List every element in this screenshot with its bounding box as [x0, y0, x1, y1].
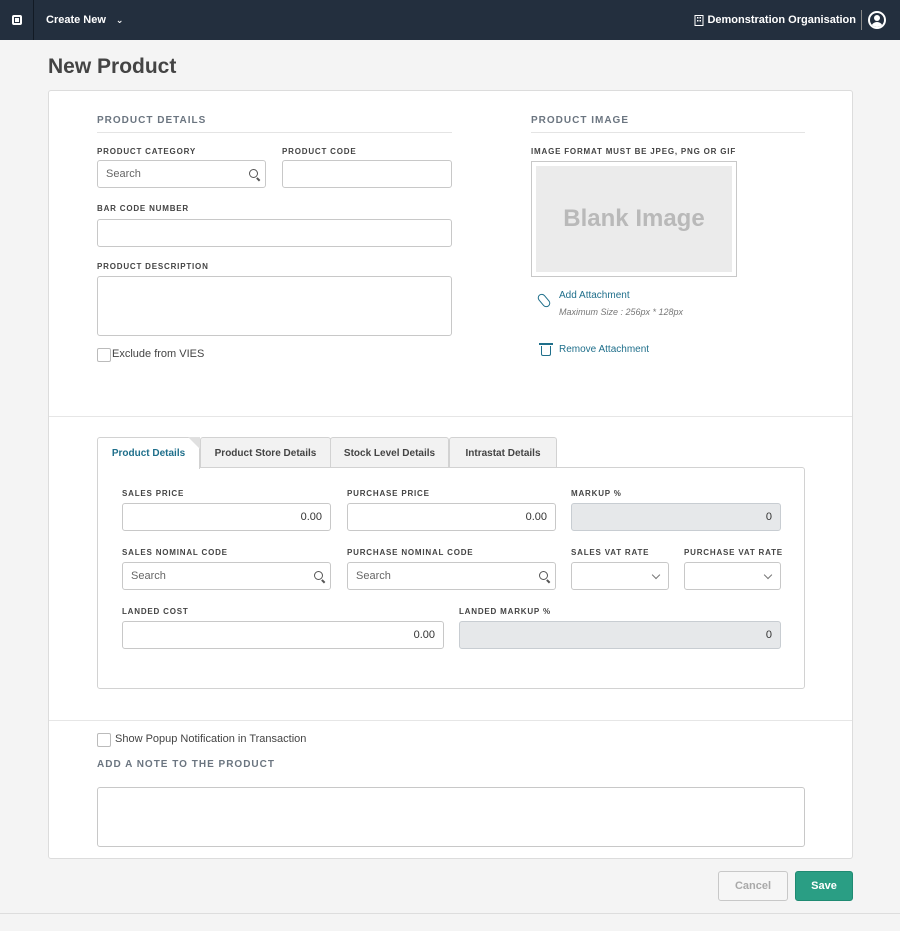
product-code-field[interactable] [282, 160, 452, 188]
product-form-card: PRODUCT DETAILS PRODUCT CATEGORY Search … [48, 90, 853, 859]
purchase-price-field[interactable]: 0.00 [347, 503, 556, 531]
cancel-button[interactable]: Cancel [718, 871, 788, 901]
sales-nominal-placeholder: Search [131, 570, 166, 582]
search-icon[interactable] [314, 571, 323, 580]
barcode-label: BAR CODE NUMBER [97, 204, 189, 213]
landed-markup-field: 0 [459, 621, 781, 649]
sales-vat-label: SALES VAT RATE [571, 548, 650, 557]
blank-image-text: Blank Image [536, 166, 732, 272]
sales-price-field[interactable]: 0.00 [122, 503, 331, 531]
tab-product-store-details[interactable]: Product Store Details [200, 437, 331, 468]
product-description-label: PRODUCT DESCRIPTION [97, 262, 209, 271]
chevron-down-icon [763, 570, 773, 580]
note-heading: ADD A NOTE TO THE PRODUCT [97, 759, 275, 770]
save-button[interactable]: Save [795, 871, 853, 901]
chevron-down-icon [651, 570, 661, 580]
remove-attachment-link[interactable]: Remove Attachment [559, 344, 649, 355]
chevron-down-icon: ⌄ [115, 14, 124, 25]
purchase-vat-label: PURCHASE VAT RATE [684, 548, 783, 557]
popup-notification-checkbox[interactable] [97, 733, 111, 747]
exclude-vies-label: Exclude from VIES [112, 348, 205, 360]
product-image-preview: Blank Image [531, 161, 737, 277]
popup-notification-label: Show Popup Notification in Transaction [115, 733, 307, 745]
purchase-nominal-search[interactable]: Search [347, 562, 556, 590]
sales-vat-select[interactable] [571, 562, 669, 590]
search-icon[interactable] [249, 169, 258, 178]
footer-divider [0, 913, 900, 914]
exclude-vies-checkbox[interactable] [97, 348, 111, 362]
purchase-nominal-placeholder: Search [356, 570, 391, 582]
barcode-field[interactable] [97, 219, 452, 247]
image-format-note: IMAGE FORMAT MUST BE JPEG, PNG OR GIF [531, 147, 737, 156]
sales-price-label: SALES PRICE [122, 489, 185, 498]
tab-stock-level-details[interactable]: Stock Level Details [330, 437, 449, 468]
product-code-label: PRODUCT CODE [282, 147, 357, 156]
organisation-name: Demonstration Organisation [707, 14, 856, 26]
topbar-divider [861, 10, 862, 30]
section-divider [49, 416, 852, 417]
building-icon [694, 14, 704, 26]
search-icon[interactable] [539, 571, 548, 580]
organisation-switcher[interactable]: Demonstration Organisation [694, 0, 856, 40]
product-category-placeholder: Search [106, 168, 141, 180]
user-avatar-icon[interactable] [868, 11, 886, 29]
product-details-panel: SALES PRICE 0.00 PURCHASE PRICE 0.00 MAR… [97, 467, 805, 689]
max-size-note: Maximum Size : 256px * 128px [559, 307, 684, 317]
menu-toggle-icon[interactable] [0, 0, 34, 40]
trash-icon[interactable] [539, 343, 553, 356]
markup-label: MARKUP % [571, 489, 622, 498]
purchase-vat-select[interactable] [684, 562, 781, 590]
paperclip-icon[interactable] [536, 292, 552, 309]
markup-field: 0 [571, 503, 781, 531]
sales-nominal-search[interactable]: Search [122, 562, 331, 590]
product-details-heading: PRODUCT DETAILS [97, 115, 452, 133]
top-bar: Create New ⌄ Demonstration Organisation [0, 0, 900, 40]
product-note-field[interactable] [97, 787, 805, 847]
product-description-field[interactable] [97, 276, 452, 336]
sales-nominal-label: SALES NOMINAL CODE [122, 548, 228, 557]
product-image-heading: PRODUCT IMAGE [531, 115, 805, 133]
purchase-nominal-label: PURCHASE NOMINAL CODE [347, 548, 474, 557]
landed-markup-label: LANDED MARKUP % [459, 607, 551, 616]
page-title: New Product [48, 55, 177, 78]
landed-cost-label: LANDED COST [122, 607, 189, 616]
create-new-label: Create New [46, 14, 106, 26]
tab-intrastat-details[interactable]: Intrastat Details [449, 437, 557, 468]
product-category-search[interactable]: Search [97, 160, 266, 188]
add-attachment-link[interactable]: Add Attachment [559, 290, 630, 301]
tab-product-details[interactable]: Product Details [97, 437, 200, 469]
landed-cost-field[interactable]: 0.00 [122, 621, 444, 649]
product-category-label: PRODUCT CATEGORY [97, 147, 197, 156]
create-new-menu[interactable]: Create New ⌄ [46, 0, 123, 40]
section-divider [49, 720, 852, 721]
purchase-price-label: PURCHASE PRICE [347, 489, 430, 498]
